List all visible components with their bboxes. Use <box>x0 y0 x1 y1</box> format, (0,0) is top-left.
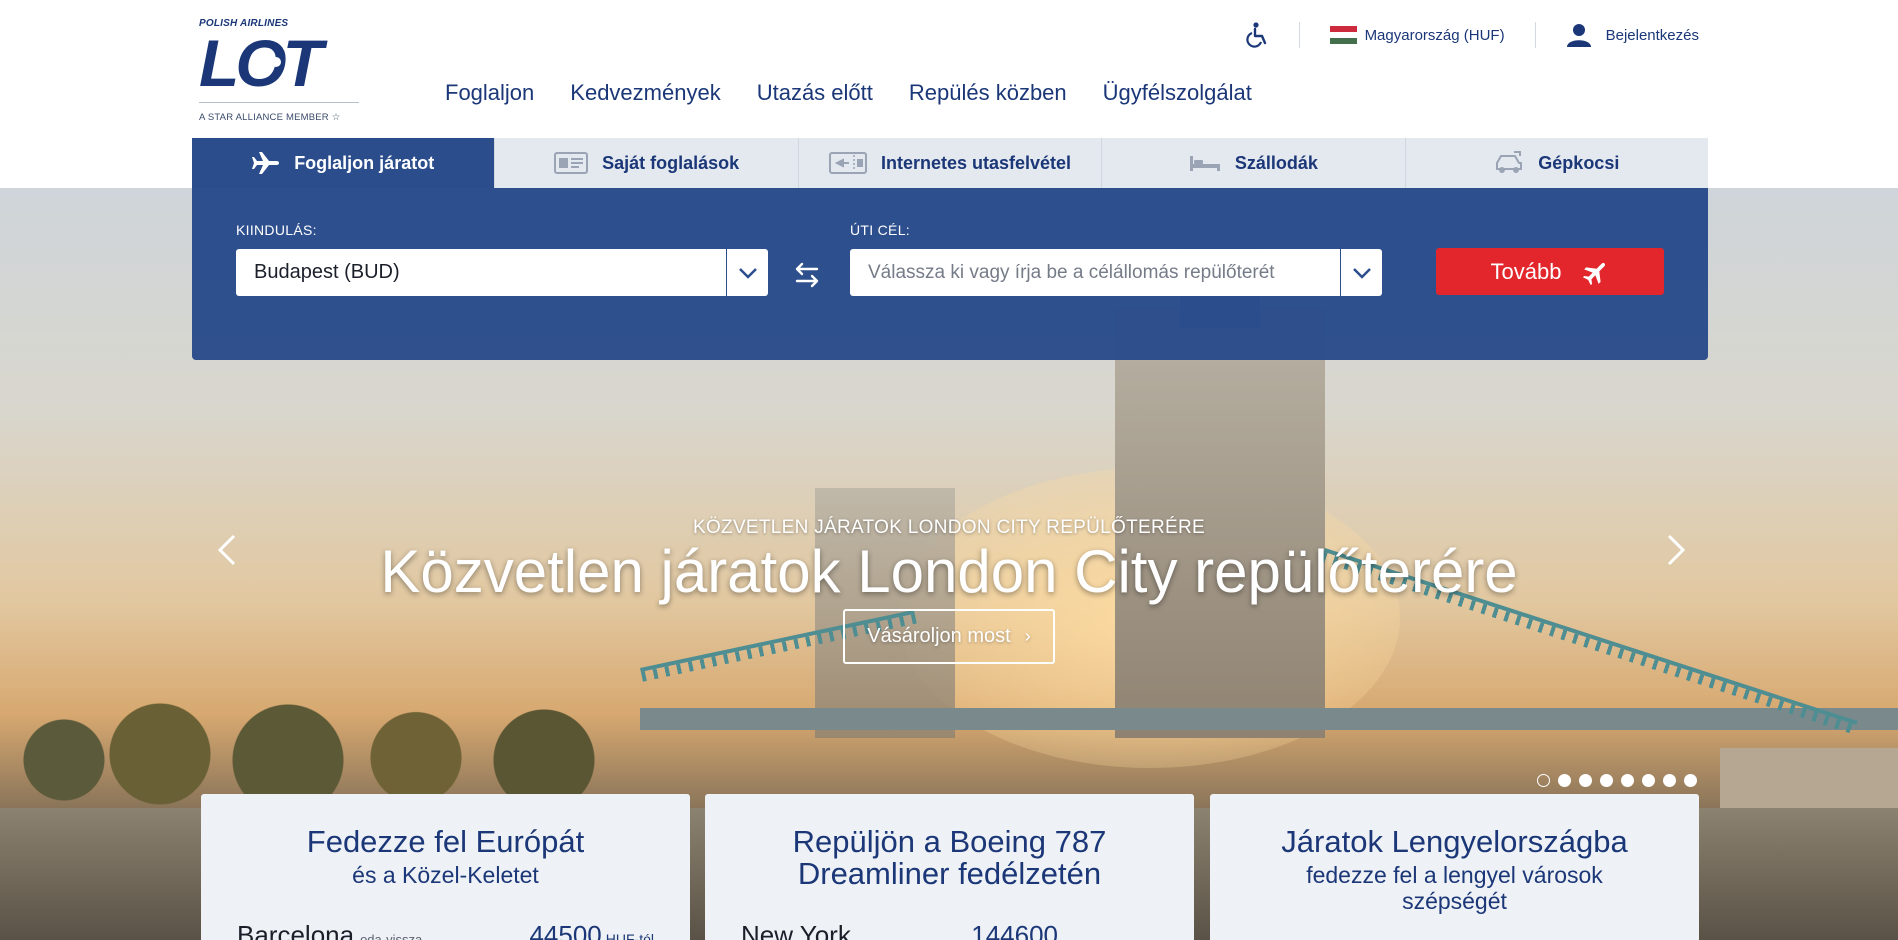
tab-label: Saját foglalások <box>602 152 740 173</box>
swap-airports-button[interactable] <box>792 260 822 290</box>
country-selector[interactable]: Magyarország (HUF) <box>1329 26 1505 44</box>
promo-card-europe[interactable]: Fedezze fel Európát és a Közel-Keletet B… <box>201 794 690 940</box>
card-title: Járatok Lengyelországba <box>1281 824 1628 859</box>
carousel-next-button[interactable] <box>1661 530 1691 570</box>
card-title: Fedezze fel Európát <box>306 824 585 859</box>
from-field[interactable]: Budapest (BUD) <box>236 249 768 296</box>
login-label: Bejelentkezés <box>1605 26 1699 44</box>
bed-icon <box>1189 154 1221 172</box>
accessibility-button[interactable] <box>1245 22 1269 48</box>
to-label: ÚTI CÉL: <box>850 222 910 238</box>
offer-city: Barcelona <box>237 920 355 940</box>
riverside-trees <box>0 688 640 808</box>
card-subtitle: és a Közel-Keletet <box>352 862 539 888</box>
star-alliance-text: A STAR ALLIANCE MEMBER ☆ <box>199 112 341 123</box>
nav-utazas-elott[interactable]: Utazás előtt <box>757 80 873 106</box>
utility-separator <box>1298 22 1300 48</box>
continue-button[interactable]: Tovább <box>1436 248 1664 295</box>
offer-city: New York <box>741 920 851 940</box>
bridge-deck <box>640 708 1898 730</box>
booking-panel: KIINDULÁS: Budapest (BUD) ÚTI CÉL: Válas… <box>192 188 1708 360</box>
from-value[interactable]: Budapest (BUD) <box>236 261 726 284</box>
offer-currency: HUF-tól <box>605 931 654 940</box>
chevron-left-icon <box>217 534 236 566</box>
swap-arrows-icon <box>795 262 819 288</box>
carousel-dot[interactable] <box>1663 774 1676 787</box>
carousel-dots <box>1537 774 1697 787</box>
lot-logo-mark: LOT <box>199 32 332 92</box>
carousel-dot[interactable] <box>1600 774 1613 787</box>
continue-label: Tovább <box>1490 258 1562 284</box>
promo-card-dreamliner[interactable]: Repüljön a Boeing 787 Dreamliner fedélze… <box>705 794 1194 940</box>
chevron-down-icon <box>1352 267 1371 279</box>
to-field[interactable]: Válassza ki vagy írja be a célállomás re… <box>850 249 1382 296</box>
to-dropdown-button[interactable] <box>1340 249 1382 296</box>
buy-now-label: Vásároljon most <box>867 625 1011 647</box>
card-subtitle: fedezze fel a lengyel városok szépségét <box>1306 862 1603 914</box>
boarding-pass-icon <box>828 152 867 174</box>
offer-price: 144600 <box>971 920 1058 940</box>
wheelchair-icon <box>1245 22 1266 48</box>
tab-hotels[interactable]: Szállodák <box>1102 138 1406 188</box>
chevron-right-icon: › <box>1024 626 1031 646</box>
card-title: Repüljön a Boeing 787 Dreamliner fedélze… <box>792 824 1107 891</box>
from-label: KIINDULÁS: <box>236 222 317 238</box>
chevron-down-icon <box>738 267 757 279</box>
tab-label: Szállodák <box>1234 152 1318 173</box>
site-header: POLISH AIRLINES LOT A STAR ALLIANCE MEMB… <box>0 0 1898 138</box>
user-icon <box>1566 24 1591 47</box>
utility-bar: Magyarország (HUF) Bejelentkezés <box>1245 20 1699 50</box>
tab-my-bookings[interactable]: Saját foglalások <box>495 138 799 188</box>
carousel-dot[interactable] <box>1579 774 1592 787</box>
lot-logo[interactable]: POLISH AIRLINES LOT A STAR ALLIANCE MEMB… <box>199 18 365 128</box>
offer-price: 44500 <box>529 920 602 940</box>
main-nav: Foglaljon Kedvezmények Utazás előtt Repü… <box>445 80 1252 106</box>
carousel-dot[interactable] <box>1558 774 1571 787</box>
country-label: Magyarország (HUF) <box>1364 26 1505 44</box>
to-input[interactable]: Válassza ki vagy írja be a célállomás re… <box>850 262 1340 284</box>
login-link[interactable]: Bejelentkezés <box>1566 23 1699 47</box>
utility-separator <box>1534 22 1536 48</box>
carousel-prev-button[interactable] <box>212 530 242 570</box>
from-dropdown-button[interactable] <box>726 249 768 296</box>
logo-divider <box>199 102 359 103</box>
tab-car-rental[interactable]: Gépkocsi <box>1406 138 1708 188</box>
nav-foglaljon[interactable]: Foglaljon <box>445 80 534 106</box>
card-offer-row[interactable]: Barcelona oda-vissza 44500 HUF-tól <box>237 920 654 940</box>
hero-subtitle: KÖZVETLEN JÁRATOK LONDON CITY REPÜLŐTERÉ… <box>693 517 1205 538</box>
hero-title: Közvetlen járatok London City repülőteré… <box>380 538 1518 605</box>
promo-card-poland[interactable]: Járatok Lengyelországba fedezze fel a le… <box>1210 794 1699 940</box>
nav-ugyfelszolgalat[interactable]: Ügyfélszolgálat <box>1103 80 1252 106</box>
svg-text:LOT: LOT <box>199 32 328 92</box>
nav-kedvezmenyek[interactable]: Kedvezmények <box>570 80 720 106</box>
airplane-icon <box>252 151 280 175</box>
logo-top-text: POLISH AIRLINES <box>199 18 289 29</box>
airplane-icon <box>1583 262 1606 285</box>
carousel-dot[interactable] <box>1684 774 1697 787</box>
nav-repules-kozben[interactable]: Repülés közben <box>909 80 1067 106</box>
car-icon <box>1494 151 1524 175</box>
tab-label: Foglaljon járatot <box>294 152 435 173</box>
tab-label: Internetes utasfelvétel <box>880 152 1072 173</box>
ticket-icon <box>554 152 589 174</box>
offer-note: oda-vissza <box>360 932 423 940</box>
carousel-dot[interactable] <box>1621 774 1634 787</box>
tab-book-flight[interactable]: Foglaljon járatot <box>192 138 496 188</box>
carousel-dot[interactable] <box>1537 774 1550 787</box>
carousel-dot[interactable] <box>1642 774 1655 787</box>
booking-tabs: Foglaljon járatot Saját foglalások Inter… <box>192 138 1708 188</box>
tab-label: Gépkocsi <box>1538 152 1620 173</box>
chevron-right-icon <box>1667 534 1686 566</box>
tab-online-checkin[interactable]: Internetes utasfelvétel <box>799 138 1103 188</box>
card-offer-row[interactable]: New York 144600 <box>741 920 1158 940</box>
hungary-flag-icon <box>1329 26 1357 44</box>
buy-now-button[interactable]: Vásároljon most › <box>843 609 1055 664</box>
star-alliance-icon: ☆ <box>331 112 341 123</box>
